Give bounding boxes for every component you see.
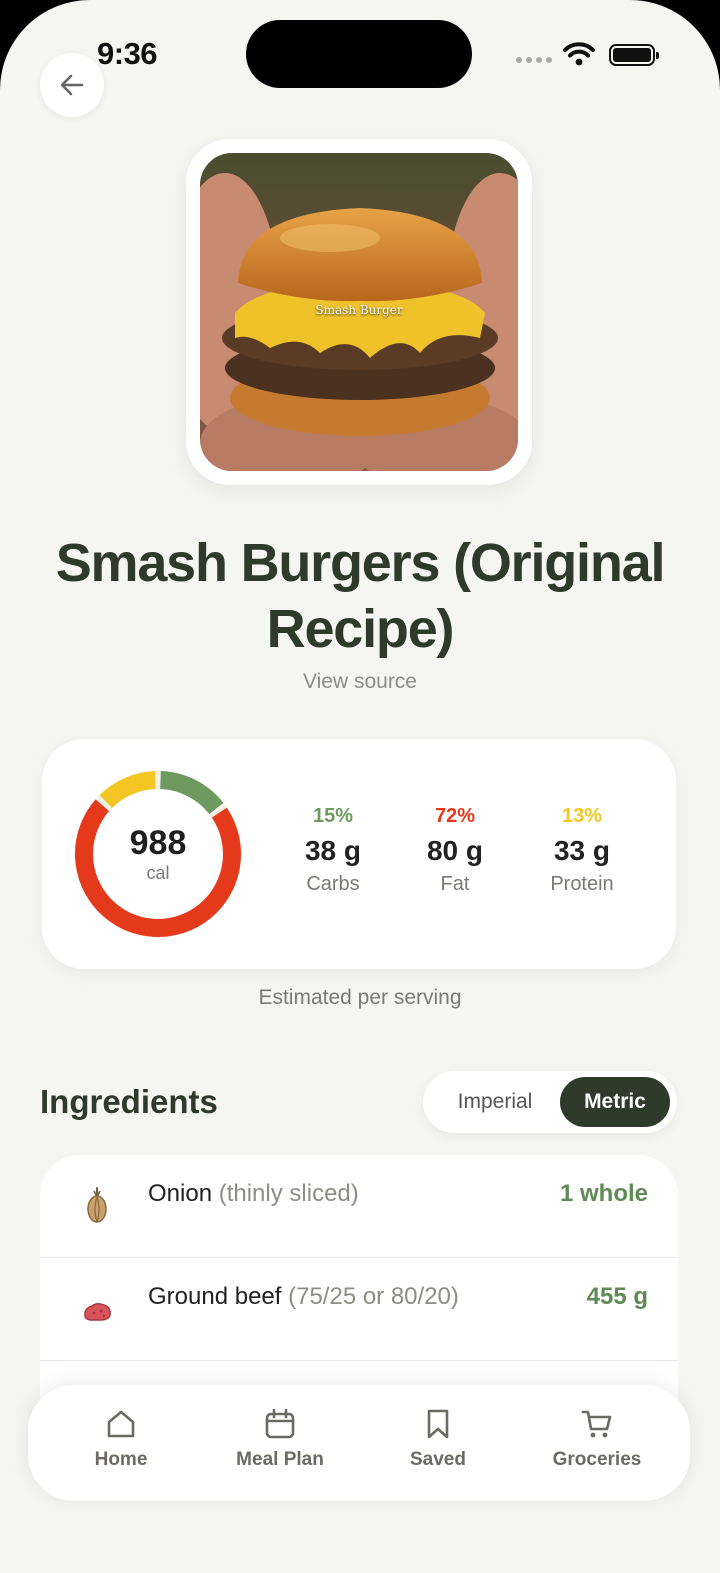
ingredient-name: Onion — [148, 1180, 213, 1207]
recipe-image: Smash Burger — [200, 153, 518, 471]
view-source-link[interactable]: View source — [0, 670, 720, 694]
macro-carbs: 15% 38 g Carbs — [273, 803, 393, 897]
onion-icon — [87, 1187, 107, 1223]
battery-icon — [609, 44, 659, 66]
unit-toggle: Imperial Metric — [423, 1071, 677, 1133]
ingredient-text: Onion (thinly sliced) — [148, 1180, 359, 1208]
tab-label: Meal Plan — [236, 1449, 324, 1470]
tab-saved[interactable]: Saved — [363, 1407, 513, 1471]
macro-name: Carbs — [306, 873, 360, 895]
dynamic-island — [246, 20, 472, 88]
ingredient-quantity: 455 g — [586, 1283, 648, 1310]
bookmark-icon — [427, 1409, 449, 1439]
macro-percent: 72% — [434, 805, 476, 827]
ingredient-note: (75/25 or 80/20) — [288, 1283, 459, 1310]
signal-icon — [516, 57, 552, 63]
nutrition-card: 988 cal 15% 38 g Carbs 72% 80 g Fat 13% … — [42, 739, 676, 969]
tab-meal-plan[interactable]: Meal Plan — [205, 1407, 355, 1471]
ingredient-text: Ground beef (75/25 or 80/20) — [148, 1283, 459, 1311]
macro-grams: 33 g — [553, 835, 611, 866]
macro-name: Protein — [550, 873, 614, 895]
tab-label: Groceries — [552, 1449, 642, 1470]
ingredient-row[interactable]: Onion (thinly sliced) 1 whole — [40, 1155, 678, 1258]
calorie-value: 988 — [129, 823, 187, 862]
macro-percent: 15% — [312, 805, 354, 827]
recipe-image-frame[interactable]: Smash Burger — [186, 139, 532, 485]
recipe-title: Smash Burgers (Original Recipe) — [55, 533, 666, 659]
macro-protein: 13% 33 g Protein — [522, 803, 642, 897]
tab-label: Home — [94, 1449, 148, 1470]
bottom-tab-bar: Home Meal Plan Saved Groceries — [28, 1385, 690, 1501]
arrow-left-icon — [60, 74, 84, 96]
app-screen: 9:36 Smash Burger Smash Burgers (Origina… — [0, 0, 720, 1573]
image-caption: Smash Burger — [315, 303, 403, 317]
home-icon — [107, 1410, 135, 1438]
imperial-option[interactable]: Imperial — [431, 1077, 559, 1127]
ingredient-row[interactable]: Ground beef (75/25 or 80/20) 455 g — [40, 1258, 678, 1361]
macro-percent: 13% — [561, 805, 603, 827]
wifi-icon — [563, 42, 595, 66]
ingredient-note: (thinly sliced) — [218, 1180, 359, 1207]
macro-fat: 72% 80 g Fat — [395, 803, 515, 897]
back-button[interactable] — [40, 53, 104, 117]
tab-label: Saved — [410, 1449, 466, 1470]
tab-groceries[interactable]: Groceries — [522, 1407, 672, 1471]
ingredient-quantity: 1 whole — [559, 1180, 648, 1207]
calorie-summary: 988 cal — [73, 769, 243, 939]
ingredient-name: Ground beef — [148, 1283, 282, 1310]
calendar-icon — [265, 1408, 295, 1439]
tab-home[interactable]: Home — [46, 1407, 196, 1471]
macro-grams: 80 g — [426, 835, 484, 866]
cart-icon — [581, 1410, 612, 1438]
status-time: 9:36 — [97, 36, 158, 71]
macro-grams: 38 g — [304, 835, 362, 866]
metric-option[interactable]: Metric — [560, 1077, 670, 1127]
calorie-unit: cal — [146, 862, 170, 883]
macro-name: Fat — [440, 873, 470, 895]
ingredients-heading: Ingredients — [40, 1083, 218, 1120]
serving-note: Estimated per serving — [258, 986, 462, 1009]
beef-icon — [84, 1303, 111, 1321]
